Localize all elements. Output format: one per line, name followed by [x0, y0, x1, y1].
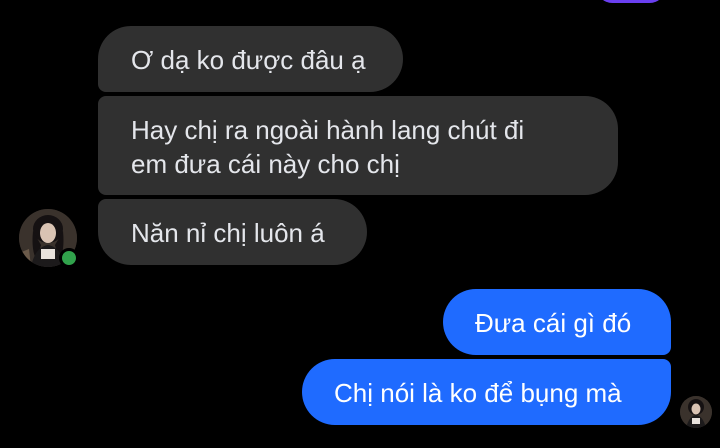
previous-message-bubble[interactable] [596, 0, 666, 3]
incoming-message[interactable]: Hay chị ra ngoài hành lang chút đi em đư… [98, 96, 618, 195]
outgoing-message[interactable]: Chị nói là ko để bụng mà [302, 359, 671, 425]
incoming-message[interactable]: Ơ dạ ko được đâu ạ [98, 26, 403, 92]
seen-receipt-avatar [680, 396, 712, 428]
seen-avatar-icon [680, 396, 712, 428]
incoming-message[interactable]: Năn nỉ chị luôn á [98, 199, 367, 265]
online-status-indicator [59, 248, 79, 268]
outgoing-message[interactable]: Đưa cái gì đó [443, 289, 671, 355]
message-thread: Ơ dạ ko được đâu ạ Hay chị ra ngoài hành… [0, 0, 720, 448]
